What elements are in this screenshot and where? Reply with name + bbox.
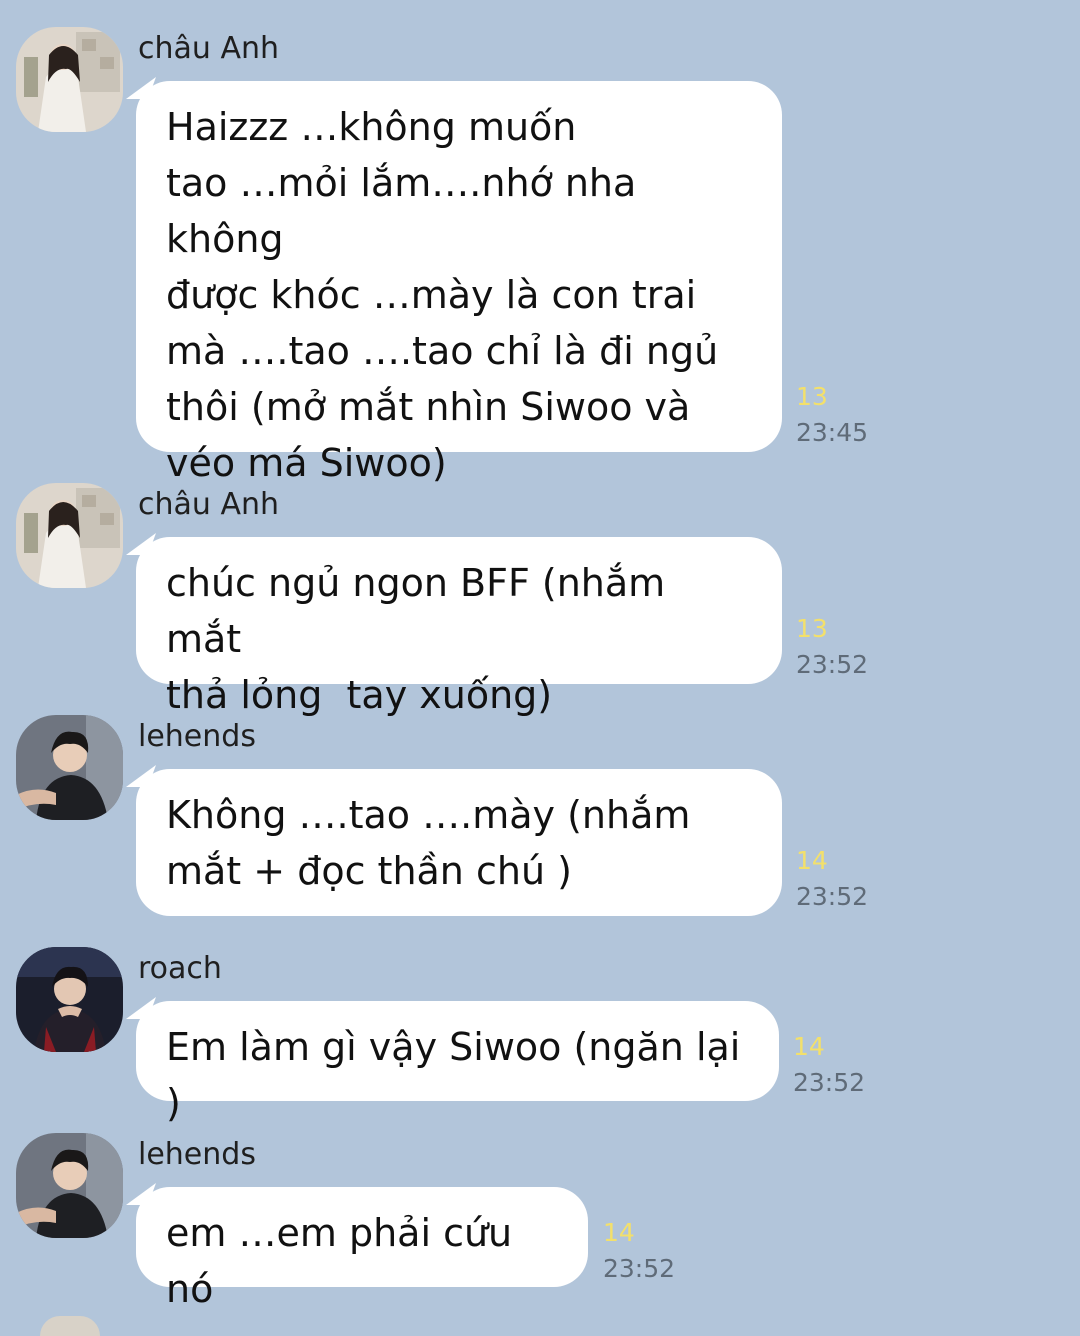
message-bubble[interactable]: Không ….tao ….mày (nhắm mắt + đọc thần c…: [136, 769, 782, 916]
message-bubble[interactable]: Haizzz …không muốn tao …mỏi lắm….nhớ nha…: [136, 81, 782, 485]
boy-avatar-icon: [16, 1133, 123, 1238]
read-count: 13: [796, 382, 828, 411]
read-count: 13: [796, 614, 828, 643]
boy-avatar-icon: [16, 947, 123, 1052]
message-meta: 14 23:52: [603, 1215, 675, 1287]
avatar[interactable]: [16, 715, 123, 820]
sender-name: lehends: [138, 719, 256, 754]
timestamp: 23:52: [603, 1254, 676, 1283]
sender-name: châu Anh: [138, 31, 279, 66]
avatar[interactable]: [16, 1133, 123, 1238]
message-meta: 13 23:52: [796, 611, 868, 683]
message-meta: 14 23:52: [793, 1029, 865, 1101]
sender-name: châu Anh: [138, 487, 279, 522]
message-bubble[interactable]: chúc ngủ ngon BFF (nhắm mắt thả lỏng tay…: [136, 537, 782, 717]
boy-avatar-icon: [16, 715, 123, 820]
read-count: 14: [793, 1032, 825, 1061]
avatar[interactable]: [16, 483, 123, 588]
read-count: 14: [796, 846, 828, 875]
girl-avatar-icon: [16, 27, 123, 132]
message-meta: 14 23:52: [796, 843, 868, 915]
girl-avatar-icon: [16, 483, 123, 588]
sender-name: roach: [138, 951, 222, 986]
message-meta: 13 23:45: [796, 379, 868, 451]
message-bubble[interactable]: em …em phải cứu nó: [136, 1187, 588, 1311]
message-bubble[interactable]: Em làm gì vậy Siwoo (ngăn lại ): [136, 1001, 779, 1125]
read-count: 14: [603, 1218, 635, 1247]
timestamp: 23:45: [796, 418, 869, 447]
timestamp: 23:52: [793, 1068, 866, 1097]
avatar[interactable]: [16, 27, 123, 132]
timestamp: 23:52: [796, 882, 869, 911]
timestamp: 23:52: [796, 650, 869, 679]
sender-name: lehends: [138, 1137, 256, 1172]
next-message-avatar: [40, 1316, 100, 1336]
avatar[interactable]: [16, 947, 123, 1052]
